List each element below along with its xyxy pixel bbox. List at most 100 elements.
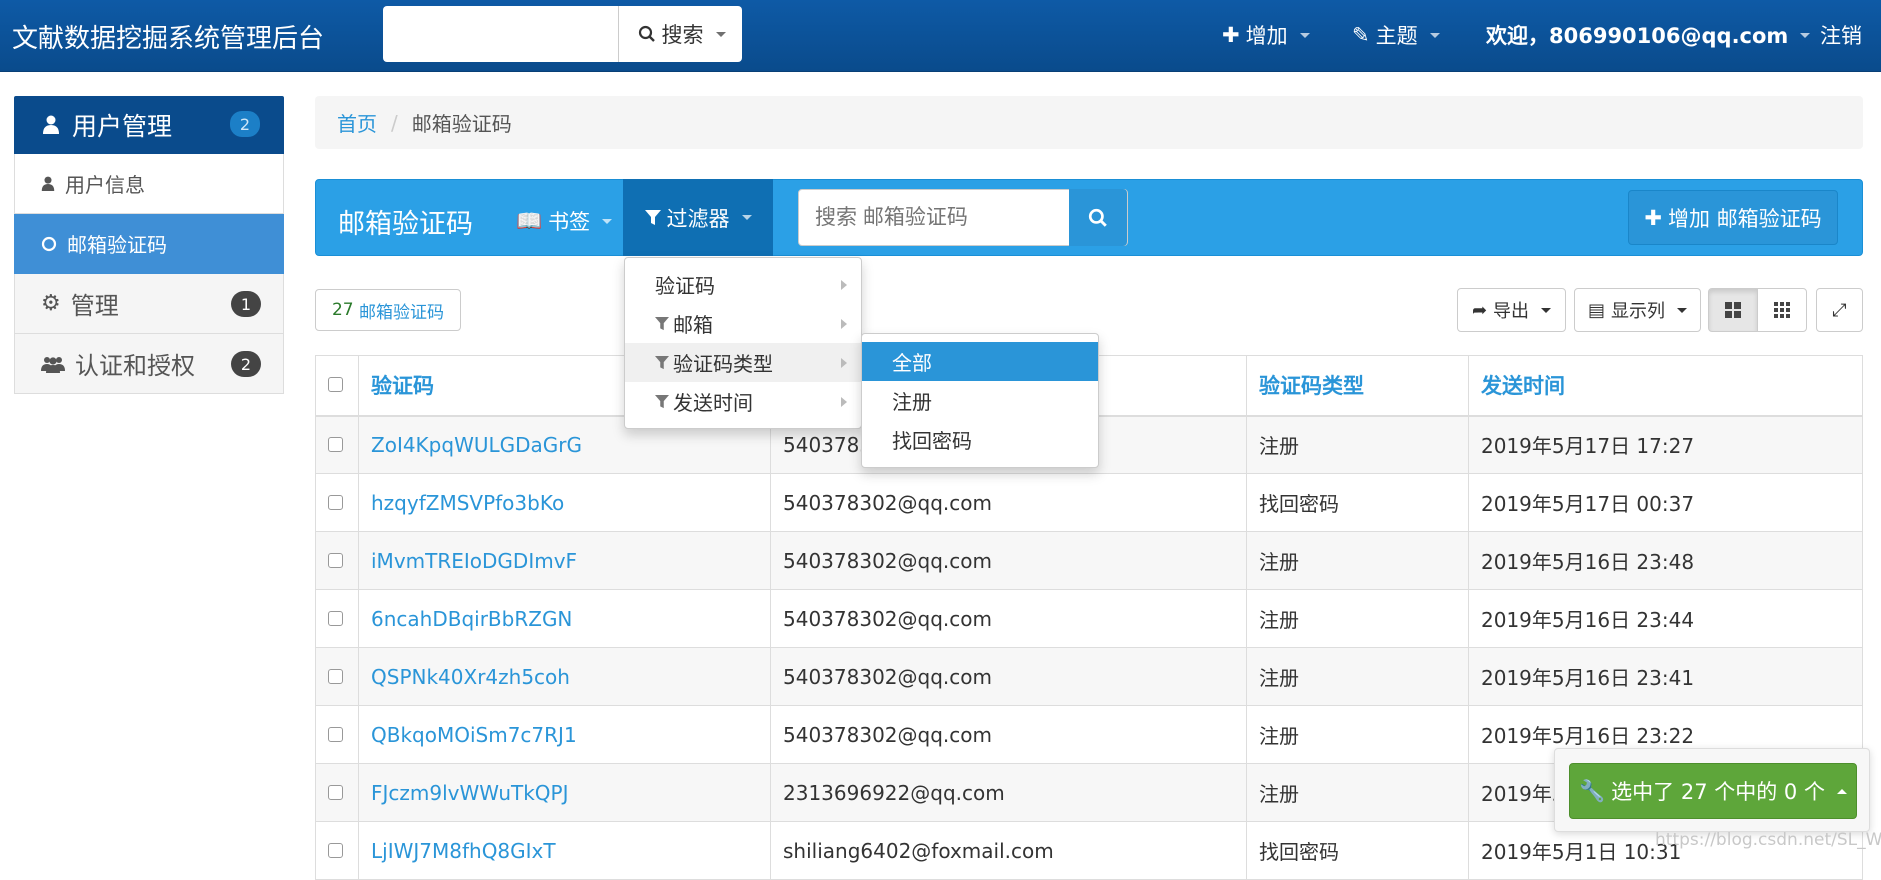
cell-sent-time: 2019年5月16日 23:41 bbox=[1468, 647, 1863, 706]
sidebar-item-user-info[interactable]: 用户信息 bbox=[14, 154, 284, 214]
circle-icon bbox=[41, 236, 57, 251]
panel-search-button[interactable] bbox=[1069, 189, 1127, 246]
cell-type: 注册 bbox=[1246, 415, 1469, 474]
cell-email: 540378302@qq.com bbox=[770, 589, 1247, 648]
nav-add-label: 增加 bbox=[1245, 24, 1288, 48]
result-count-badge: 27 邮箱验证码 bbox=[315, 289, 461, 331]
bookmark-dropdown[interactable]: 📖 书签 bbox=[516, 206, 613, 236]
row-checkbox[interactable] bbox=[328, 842, 343, 858]
cell-code[interactable]: iMvmTREIoDGDImvF bbox=[358, 531, 771, 590]
view-large-grid-button[interactable] bbox=[1708, 288, 1758, 332]
row-checkbox[interactable] bbox=[328, 552, 343, 568]
table-row[interactable]: 6ncahDBqirBbRZGN 540378302@qq.com 注册 2019年5… bbox=[315, 589, 1863, 648]
row-checkbox[interactable] bbox=[328, 436, 343, 452]
selection-actions-label: 选中了 27 个中的 0 个 bbox=[1611, 780, 1825, 804]
users-icon bbox=[41, 356, 65, 373]
filter-menu-item-sent-time[interactable]: 发送时间 bbox=[625, 382, 861, 421]
watermark-text: https://blog.csdn.net/SL_World bbox=[1655, 830, 1881, 850]
sidebar-header-label: 用户管理 bbox=[72, 112, 173, 141]
nav-search-button[interactable]: 搜索 bbox=[621, 6, 742, 62]
sidebar-item-label: 用户信息 bbox=[65, 173, 145, 197]
sidebar-item-email-code[interactable]: 邮箱验证码 bbox=[14, 214, 284, 274]
cell-code[interactable]: LjIWJ7M8fhQ8GIxT bbox=[358, 821, 771, 880]
nav-search-input[interactable] bbox=[383, 6, 619, 62]
selection-actions-button[interactable]: 🔧 选中了 27 个中的 0 个 bbox=[1569, 763, 1857, 819]
view-small-grid-button[interactable] bbox=[1757, 288, 1807, 332]
row-checkbox[interactable] bbox=[328, 494, 343, 510]
sidebar-header-badge: 2 bbox=[230, 111, 260, 137]
chevron-up-icon bbox=[1836, 788, 1847, 794]
sidebar-item-label: 管理 bbox=[70, 292, 119, 320]
submenu-option-reset-password[interactable]: 找回密码 bbox=[862, 420, 1098, 459]
select-all-cell bbox=[315, 355, 359, 417]
columns-button[interactable]: ▤ 显示列 bbox=[1574, 288, 1701, 332]
app-brand[interactable]: 文献数据挖掘系统管理后台 bbox=[12, 18, 324, 55]
filter-menu-item-code[interactable]: 验证码 bbox=[625, 265, 861, 304]
sidebar-item-auth[interactable]: 认证和授权 2 bbox=[14, 334, 284, 394]
filter-dropdown-menu: 验证码 邮箱 验证码类型 发送时间 bbox=[624, 257, 862, 429]
result-count-number: 27 bbox=[331, 300, 354, 320]
sidebar-item-badge: 1 bbox=[231, 291, 261, 317]
table-row[interactable]: QSPNk40Xr4zh5coh 540378302@qq.com 注册 2019年5… bbox=[315, 647, 1863, 706]
cell-type: 注册 bbox=[1246, 531, 1469, 590]
chevron-right-icon bbox=[841, 319, 847, 329]
chevron-right-icon bbox=[841, 280, 847, 290]
export-button[interactable]: ➦ 导出 bbox=[1457, 288, 1566, 332]
cell-code[interactable]: FJczm9lvWWuTkQPJ bbox=[358, 763, 771, 822]
submenu-option-register[interactable]: 注册 bbox=[862, 381, 1098, 420]
sidebar-header-user-management[interactable]: 用户管理 2 bbox=[14, 96, 284, 154]
cell-type: 找回密码 bbox=[1246, 473, 1469, 532]
cell-type: 找回密码 bbox=[1246, 821, 1469, 880]
row-select-cell bbox=[315, 647, 359, 706]
logout-link[interactable]: 注销 bbox=[1820, 0, 1862, 70]
wrench-icon: 🔧 bbox=[1579, 778, 1606, 803]
add-email-code-button[interactable]: ✚ 增加 邮箱验证码 bbox=[1628, 190, 1838, 245]
filter-label: 过滤器 bbox=[666, 206, 730, 231]
cell-code[interactable]: QBkqoMOiSm7c7RJ1 bbox=[358, 705, 771, 764]
magic-wand-icon: ✎ bbox=[1352, 23, 1370, 47]
top-navbar: 文献数据挖掘系统管理后台 搜索 ✚ 增加 ✎ 主题 欢迎，806990106@q… bbox=[0, 0, 1881, 72]
column-header-type[interactable]: 验证码类型 bbox=[1246, 355, 1469, 417]
select-all-checkbox[interactable] bbox=[328, 377, 343, 393]
share-icon: ➦ bbox=[1471, 299, 1488, 321]
table-row[interactable]: hzqyfZMSVPfo3bKo 540378302@qq.com 找回密码 2019… bbox=[315, 473, 1863, 532]
filter-menu-item-email[interactable]: 邮箱 bbox=[625, 304, 861, 343]
submenu-option-all[interactable]: 全部 bbox=[862, 342, 1098, 381]
cell-type: 注册 bbox=[1246, 763, 1469, 822]
filter-dropdown-button[interactable]: 过滤器 bbox=[623, 179, 773, 256]
filter-menu-item-type[interactable]: 验证码类型 bbox=[625, 343, 861, 382]
nav-user-menu[interactable]: 欢迎，806990106@qq.com bbox=[1486, 0, 1811, 70]
sidebar-item-admin[interactable]: ⚙ 管理 1 bbox=[14, 274, 284, 334]
filter-icon bbox=[655, 316, 669, 330]
cell-email: 540378302@qq.com bbox=[770, 647, 1247, 706]
export-label: 导出 bbox=[1493, 301, 1530, 322]
search-icon bbox=[1088, 208, 1107, 227]
cell-code[interactable]: hzqyfZMSVPfo3bKo bbox=[358, 473, 771, 532]
breadcrumb-home-link[interactable]: 首页 bbox=[337, 108, 377, 137]
row-checkbox[interactable] bbox=[328, 610, 343, 626]
filter-icon bbox=[644, 209, 661, 225]
panel-search-input[interactable] bbox=[799, 190, 1069, 245]
row-checkbox[interactable] bbox=[328, 668, 343, 684]
nav-theme-menu[interactable]: ✎ 主题 bbox=[1352, 0, 1440, 70]
gear-icon: ⚙ bbox=[41, 291, 61, 316]
column-header-sent-time[interactable]: 发送时间 bbox=[1468, 355, 1863, 417]
row-select-cell bbox=[315, 763, 359, 822]
list-alt-icon: ▤ bbox=[1587, 299, 1605, 321]
cell-email: 2313696922@qq.com bbox=[770, 763, 1247, 822]
cell-sent-time: 2019年5月17日 17:27 bbox=[1468, 415, 1863, 474]
book-icon: 📖 bbox=[516, 208, 543, 233]
row-checkbox[interactable] bbox=[328, 726, 343, 742]
cell-code[interactable]: QSPNk40Xr4zh5coh bbox=[358, 647, 771, 706]
table-row[interactable]: iMvmTREIoDGDImvF 540378302@qq.com 注册 2019年5… bbox=[315, 531, 1863, 590]
chevron-down-icon bbox=[602, 218, 613, 224]
user-icon bbox=[43, 115, 59, 134]
nav-theme-label: 主题 bbox=[1375, 24, 1418, 48]
fullscreen-button[interactable]: ⤢ bbox=[1816, 288, 1863, 332]
row-checkbox[interactable] bbox=[328, 784, 343, 800]
filter-submenu-type: 全部 注册 找回密码 bbox=[861, 333, 1099, 468]
cell-code[interactable]: 6ncahDBqirBbRZGN bbox=[358, 589, 771, 648]
chevron-right-icon bbox=[841, 397, 847, 407]
nav-add-menu[interactable]: ✚ 增加 bbox=[1222, 0, 1310, 70]
sidebar: 用户管理 2 用户信息 邮箱验证码 ⚙ 管理 1 认证和授权 2 bbox=[14, 96, 284, 394]
